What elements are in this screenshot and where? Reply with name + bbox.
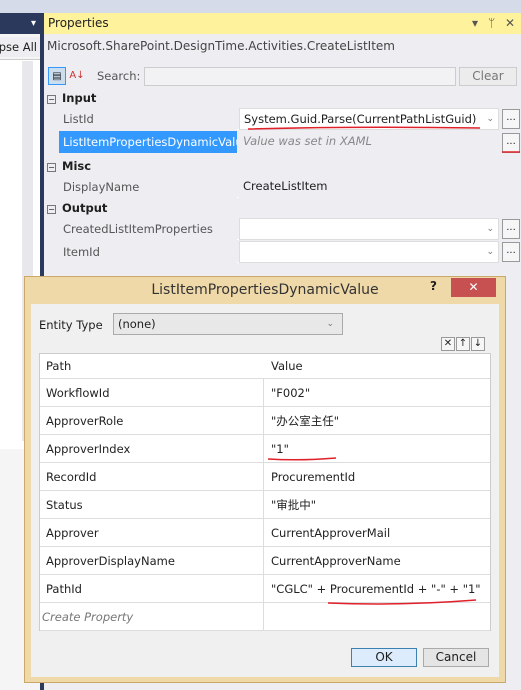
pin-icon[interactable]: ᛘ [488, 13, 495, 34]
property-name: DisplayName [59, 176, 237, 198]
table-row[interactable]: PathId "CGLC" + ProcurementId + "-" + "1" [40, 575, 490, 603]
property-name: ListId [59, 108, 237, 130]
grid-header: Path Value [40, 354, 490, 379]
ok-button[interactable]: OK [351, 648, 417, 667]
value-cell[interactable]: CurrentApproverName [265, 547, 490, 575]
object-type-name: Microsoft.SharePoint.DesignTime.Activiti… [47, 39, 395, 53]
entity-type-value: (none) [118, 317, 156, 331]
sort-alphabetical-icon[interactable]: A↓ [68, 67, 86, 85]
value-cell[interactable]: "1" [265, 435, 490, 463]
create-property-cell[interactable]: Create Property [40, 603, 264, 631]
property-value: Value was set in XAML [239, 131, 499, 153]
table-row[interactable]: Status "审批中" [40, 491, 490, 519]
search-label: Search: [97, 69, 141, 83]
category-misc[interactable]: − Misc [44, 157, 521, 175]
panel-menu-icon[interactable]: ▾ [0, 13, 40, 34]
search-input[interactable] [144, 67, 456, 86]
value-cell[interactable]: CurrentApproverMail [265, 519, 490, 547]
table-row[interactable]: WorkflowId "F002" [40, 379, 490, 407]
category-label: Input [62, 91, 97, 105]
itemid-ellipsis-button[interactable]: ... [502, 242, 520, 262]
property-value-dropdown[interactable]: System.Guid.Parse(CurrentPathListGuid) ⌄ [239, 108, 499, 130]
properties-title: Properties [48, 16, 109, 30]
path-cell[interactable]: ApproverDisplayName [40, 547, 264, 575]
value-cell[interactable]: ProcurementId [265, 463, 490, 491]
property-value-dropdown[interactable]: ⌄ [239, 241, 499, 263]
properties-toolbar: ▤ A↓ Search: Clear [44, 65, 521, 87]
cancel-button[interactable]: Cancel [423, 648, 489, 667]
chevron-down-icon[interactable]: ⌄ [486, 109, 494, 129]
entity-type-select[interactable]: (none) ⌄ [113, 313, 343, 335]
table-row[interactable]: Approver CurrentApproverMail [40, 519, 490, 547]
collapse-icon[interactable]: − [47, 163, 56, 172]
property-row-createdlistitemproperties[interactable]: CreatedListItemProperties ⌄ [59, 218, 499, 240]
move-up-button[interactable]: ↑ [456, 337, 470, 351]
category-label: Misc [62, 159, 92, 173]
delete-row-button[interactable]: ✕ [441, 337, 455, 351]
property-row-itemid[interactable]: ItemId ⌄ [59, 241, 499, 263]
property-name: CreatedListItemProperties [59, 218, 237, 240]
column-header-path: Path [46, 359, 72, 373]
table-row[interactable]: ApproverDisplayName CurrentApproverName [40, 547, 490, 575]
value-cell[interactable]: "CGLC" + ProcurementId + "-" + "1" [265, 575, 490, 603]
table-row[interactable]: ApproverRole "办公室主任" [40, 407, 490, 435]
category-output[interactable]: − Output [44, 199, 521, 217]
dynamic-value-ellipsis-button[interactable]: ... [502, 133, 520, 153]
properties-title-bar: Properties ▾ ᛘ ✕ [44, 13, 521, 34]
properties-grid: Path Value WorkflowId "F002" ApproverRole "… [39, 353, 491, 631]
move-down-button[interactable]: ↓ [471, 337, 485, 351]
property-row-displayname[interactable]: DisplayName CreateListItem [59, 176, 499, 198]
chevron-down-icon[interactable]: ⌄ [486, 242, 494, 262]
path-cell[interactable]: ApproverRole [40, 407, 264, 435]
clear-button[interactable]: Clear [459, 67, 517, 86]
dialog-body: Entity Type (none) ⌄ ✕ ↑ ↓ Path Value Wor… [31, 304, 499, 677]
table-row[interactable]: ApproverIndex "1" [40, 435, 490, 463]
collapse-all-link[interactable]: Collapse All [0, 37, 40, 57]
dialog-close-button[interactable]: ✕ [451, 278, 496, 297]
empty-value-cell[interactable] [265, 603, 490, 631]
collapse-icon[interactable]: − [47, 205, 56, 214]
value-cell[interactable]: "办公室主任" [265, 407, 490, 435]
path-cell[interactable]: WorkflowId [40, 379, 264, 407]
column-header-value: Value [271, 359, 303, 373]
chevron-down-icon: ⌄ [326, 319, 334, 329]
table-row[interactable]: RecordId ProcurementId [40, 463, 490, 491]
property-name: ListItemPropertiesDynamicValue [59, 131, 237, 153]
property-row-listitempropertiesdynamicvalue[interactable]: ListItemPropertiesDynamicValue Value was… [59, 131, 499, 153]
path-cell[interactable]: RecordId [40, 463, 264, 491]
dropdown-icon[interactable]: ▾ [472, 13, 478, 34]
listid-ellipsis-button[interactable]: ... [502, 109, 520, 129]
chevron-down-icon[interactable]: ⌄ [486, 219, 494, 239]
property-value-dropdown[interactable]: ⌄ [239, 218, 499, 240]
value-cell[interactable]: "审批中" [265, 491, 490, 519]
dynamic-value-dialog: ListItemPropertiesDynamicValue ? ✕ Entit… [24, 276, 506, 683]
create-property-row[interactable]: Create Property [40, 603, 490, 631]
path-cell[interactable]: PathId [40, 575, 264, 603]
value-cell[interactable]: "F002" [265, 379, 490, 407]
category-input[interactable]: − Input [44, 89, 521, 107]
collapse-icon[interactable]: − [47, 95, 56, 104]
created-ellipsis-button[interactable]: ... [502, 219, 520, 239]
path-cell[interactable]: Approver [40, 519, 264, 547]
path-cell[interactable]: ApproverIndex [40, 435, 264, 463]
categorized-icon[interactable]: ▤ [48, 67, 66, 85]
property-name: ItemId [59, 241, 237, 263]
help-icon[interactable]: ? [430, 279, 437, 293]
property-row-listid[interactable]: ListId System.Guid.Parse(CurrentPathList… [59, 108, 499, 130]
close-icon[interactable]: ✕ [505, 13, 515, 34]
entity-type-label: Entity Type [39, 318, 103, 332]
path-cell[interactable]: Status [40, 491, 264, 519]
property-value[interactable]: CreateListItem [239, 176, 499, 198]
property-value: System.Guid.Parse(CurrentPathListGuid) [244, 112, 477, 126]
category-label: Output [62, 201, 108, 215]
